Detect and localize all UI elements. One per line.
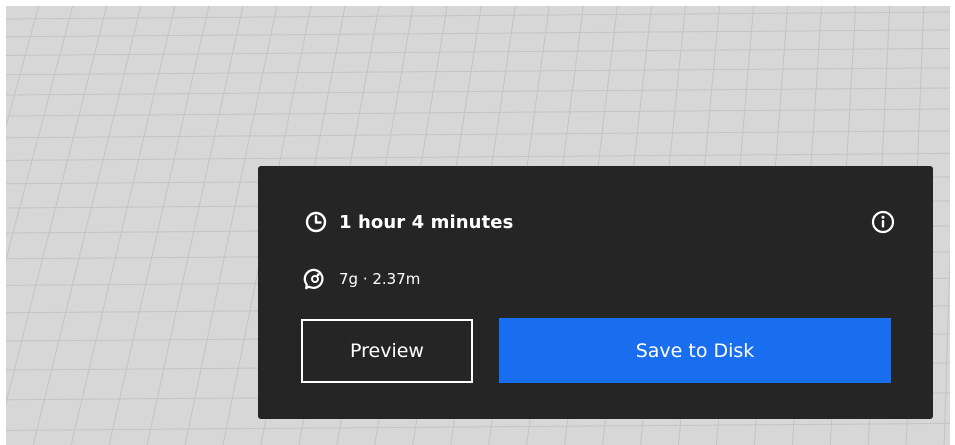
clock-icon bbox=[305, 211, 327, 233]
build-plate-viewport[interactable]: 1 hour 4 minutes 7g · 2.37m Preview Save… bbox=[6, 6, 950, 445]
material-usage-row: 7g · 2.37m bbox=[303, 265, 420, 293]
save-to-disk-button[interactable]: Save to Disk bbox=[499, 318, 891, 383]
print-time-label: 1 hour 4 minutes bbox=[339, 211, 514, 233]
filament-spool-icon bbox=[303, 268, 324, 290]
preview-button[interactable]: Preview bbox=[301, 319, 473, 383]
material-usage-label: 7g · 2.37m bbox=[339, 270, 421, 288]
info-icon[interactable] bbox=[871, 210, 895, 234]
print-summary-panel: 1 hour 4 minutes 7g · 2.37m Preview Save… bbox=[258, 166, 933, 419]
print-time-row: 1 hour 4 minutes bbox=[305, 208, 513, 236]
